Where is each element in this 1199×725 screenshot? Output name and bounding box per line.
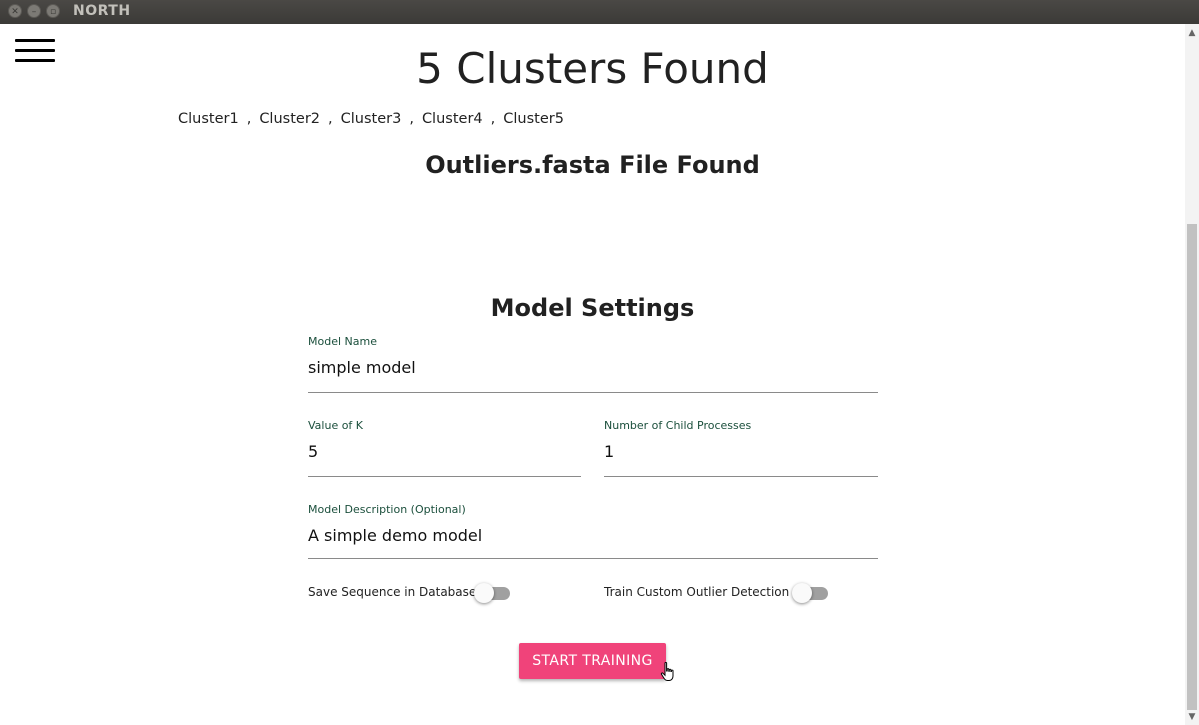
model-name-input[interactable] xyxy=(308,358,878,377)
hand-pointer-icon xyxy=(660,662,674,681)
model-name-field[interactable]: Model Name xyxy=(308,335,878,393)
cluster-item[interactable]: Cluster1 xyxy=(178,111,239,127)
child-processes-input[interactable] xyxy=(604,442,878,461)
scroll-down-arrow-icon[interactable]: ▼ xyxy=(1185,710,1199,724)
scrollbar-thumb[interactable] xyxy=(1187,224,1197,710)
model-description-label: Model Description (Optional) xyxy=(308,503,466,516)
model-description-underline xyxy=(308,558,878,559)
cluster-separator: , xyxy=(409,111,414,127)
model-name-underline xyxy=(308,392,878,393)
custom-outlier-label: Train Custom Outlier Detection xyxy=(604,585,790,599)
save-sequence-toggle[interactable] xyxy=(474,582,510,604)
cluster-separator: , xyxy=(328,111,333,127)
toggle-knob xyxy=(474,583,494,603)
model-settings-title: Model Settings xyxy=(490,294,695,322)
cluster-list: Cluster1, Cluster2, Cluster3, Cluster4, Clus… xyxy=(178,111,564,127)
page-title: 5 Clusters Found xyxy=(416,44,769,93)
child-processes-label: Number of Child Processes xyxy=(604,419,752,432)
k-value-label: Value of K xyxy=(308,419,364,432)
window-maximize-button[interactable]: ▫ xyxy=(46,4,60,18)
custom-outlier-toggle[interactable] xyxy=(792,582,828,604)
start-training-button[interactable]: START TRAINING xyxy=(519,643,666,679)
toggle-knob xyxy=(792,583,812,603)
k-value-underline xyxy=(308,476,581,477)
menu-bar xyxy=(15,39,55,42)
k-value-input[interactable] xyxy=(308,442,581,461)
window-titlebar: ✕ – ▫ NORTH xyxy=(0,0,1199,24)
outliers-message: Outliers.fasta File Found xyxy=(425,151,760,179)
model-description-input[interactable] xyxy=(308,526,878,545)
save-sequence-label: Save Sequence in Database xyxy=(308,585,477,599)
cluster-item[interactable]: Cluster5 xyxy=(503,111,564,127)
window-minimize-button[interactable]: – xyxy=(27,4,41,18)
cluster-item[interactable]: Cluster4 xyxy=(422,111,483,127)
cluster-item[interactable]: Cluster2 xyxy=(259,111,320,127)
model-name-label: Model Name xyxy=(308,335,377,348)
scroll-up-arrow-icon[interactable]: ▲ xyxy=(1185,26,1199,40)
k-value-field[interactable]: Value of K xyxy=(308,419,581,477)
cluster-separator: , xyxy=(246,111,252,127)
cluster-separator: , xyxy=(490,111,496,127)
cluster-item[interactable]: Cluster3 xyxy=(341,111,402,127)
child-processes-underline xyxy=(604,476,878,477)
model-description-field[interactable]: Model Description (Optional) xyxy=(308,503,878,560)
child-processes-field[interactable]: Number of Child Processes xyxy=(604,419,878,477)
window-title: NORTH xyxy=(73,3,131,19)
window-close-button[interactable]: ✕ xyxy=(8,4,22,18)
